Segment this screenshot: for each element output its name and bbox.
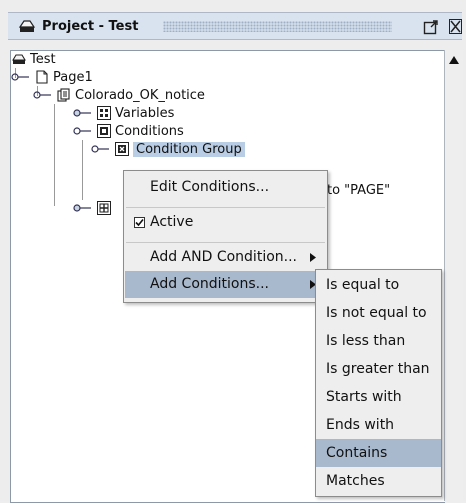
maximize-icon[interactable] — [423, 19, 439, 35]
tree-node-condition-group[interactable]: Condition Group — [91, 141, 245, 159]
tree-label: Colorado_OK_notice — [75, 88, 205, 103]
submenu-arrow-icon — [310, 253, 316, 262]
collapse-handle-icon[interactable] — [33, 88, 53, 102]
menu-item-edit-conditions[interactable]: Edit Conditions... — [124, 174, 327, 201]
tree-label: Variables — [115, 106, 175, 121]
panel-title: Project - Test — [42, 19, 139, 34]
collapse-handle-icon[interactable] — [91, 142, 111, 156]
tree-label-selected: Condition Group — [133, 142, 245, 157]
condition-group-icon — [115, 142, 129, 156]
expand-handle-icon[interactable] — [73, 106, 93, 120]
scroll-up-arrow-icon[interactable] — [449, 56, 459, 64]
submenu-item-starts-with[interactable]: Starts with — [316, 383, 441, 411]
submenu-item-label: Is equal to — [326, 277, 400, 293]
tree-node-notice[interactable]: Colorado_OK_notice — [33, 87, 205, 105]
variables-icon — [97, 106, 111, 120]
collapse-handle-icon[interactable] — [73, 124, 93, 138]
submenu-item-label: Starts with — [326, 389, 402, 405]
menu-item-label: Add AND Condition... — [150, 249, 297, 265]
context-menu: Edit Conditions... Active Add AND Condit… — [123, 170, 328, 303]
tree-node-collapsed[interactable] — [73, 200, 115, 218]
document-icon — [57, 88, 70, 102]
submenu-item-label: Ends with — [326, 417, 395, 433]
partial-condition-text: to "PAGE" — [327, 183, 391, 198]
submenu-item-label: Is not equal to — [326, 305, 427, 321]
tree-node-variables[interactable]: Variables — [73, 105, 174, 123]
vertical-scrollbar[interactable] — [444, 50, 463, 501]
submenu-item-contains[interactable]: Contains — [316, 439, 441, 467]
tree-partial-text: to "PAGE" — [327, 182, 390, 200]
menu-item-label: Add Conditions... — [150, 276, 270, 292]
menu-item-active[interactable]: Active — [124, 209, 327, 236]
menu-separator — [126, 207, 325, 208]
tree-node-test[interactable]: Test — [12, 51, 56, 69]
checkbox-checked-icon[interactable] — [134, 217, 145, 228]
panel-title-bar[interactable]: Project - Test — [8, 12, 462, 40]
tree-label: Test — [30, 52, 56, 67]
menu-item-label: Active — [150, 214, 194, 230]
submenu-item-ends-with[interactable]: Ends with — [316, 411, 441, 439]
project-icon — [18, 20, 36, 32]
tree-label: Conditions — [115, 124, 184, 139]
collapse-handle-icon[interactable] — [11, 70, 31, 84]
tree-node-page1[interactable]: Page1 — [11, 69, 93, 87]
conditions-icon — [97, 124, 111, 138]
tree-node-conditions[interactable]: Conditions — [73, 123, 184, 141]
project-icon — [12, 54, 26, 64]
submenu-item-matches[interactable]: Matches — [316, 467, 441, 495]
menu-item-add-and-condition[interactable]: Add AND Condition... — [124, 244, 327, 271]
submenu-item-label: Contains — [326, 445, 388, 461]
menu-separator — [126, 242, 325, 243]
tree-line — [54, 104, 55, 206]
table-icon — [97, 201, 111, 215]
menu-item-label: Edit Conditions... — [150, 179, 270, 195]
page-icon — [36, 70, 48, 84]
submenu-item-is-equal-to[interactable]: Is equal to — [316, 271, 441, 299]
close-icon[interactable] — [449, 19, 462, 34]
tree-line — [82, 140, 83, 200]
submenu-item-is-greater-than[interactable]: Is greater than — [316, 355, 441, 383]
conditions-submenu: Is equal to Is not equal to Is less than… — [315, 269, 442, 497]
submenu-item-is-not-equal-to[interactable]: Is not equal to — [316, 299, 441, 327]
submenu-item-label: Is less than — [326, 333, 406, 349]
expand-handle-icon[interactable] — [73, 201, 93, 215]
submenu-item-label: Is greater than — [326, 361, 430, 377]
menu-item-add-conditions[interactable]: Add Conditions... — [125, 271, 326, 298]
submenu-item-is-less-than[interactable]: Is less than — [316, 327, 441, 355]
tree-label: Page1 — [53, 70, 93, 85]
title-grip — [163, 21, 392, 32]
submenu-item-label: Matches — [326, 473, 385, 489]
